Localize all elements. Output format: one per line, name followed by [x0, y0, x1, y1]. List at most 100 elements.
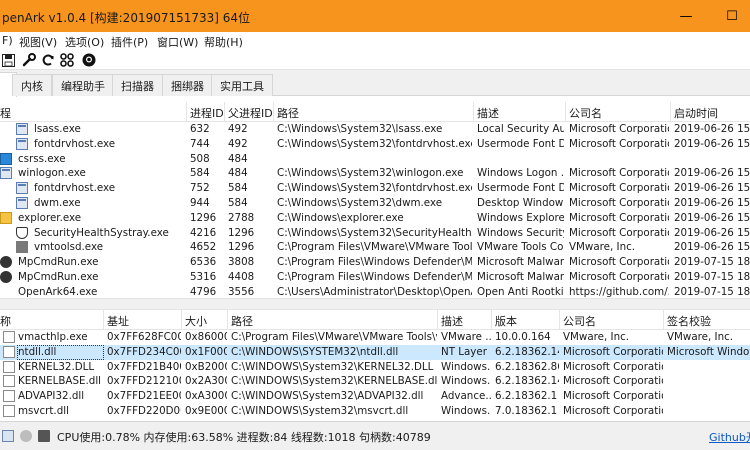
table-row[interactable]: dwm.exe 944 584 C:\Windows\System32\dwm.exe… — [0, 196, 750, 211]
cell-ppid: 3556 — [228, 285, 255, 298]
table-row[interactable]: KERNEL32.DLL 0x7FFD21B40000 0xB2000 C:\WIND… — [0, 360, 750, 375]
cell-path: C:\WINDOWS\System32\KERNELBASE.dll — [231, 375, 437, 388]
github-link[interactable]: Github开源 — [709, 429, 750, 445]
col-module-company[interactable]: 公司名 — [563, 313, 596, 329]
menu-file[interactable]: F) — [2, 34, 13, 47]
cell-company: VMware, Inc. — [569, 241, 636, 254]
cell-ppid: 492 — [228, 137, 248, 150]
tab-utilities[interactable]: 实用工具 — [211, 74, 273, 96]
table-row[interactable]: MpCmdRun.exe 5316 4408 C:\Program Files\Win… — [0, 270, 750, 285]
cell-company: Microsoft Corporation — [563, 345, 663, 358]
vm-icon — [16, 241, 28, 254]
cell-company: Microsoft Corporation — [569, 137, 669, 150]
tab-scanner[interactable]: 扫描器 — [112, 74, 163, 96]
defender-icon — [0, 270, 12, 283]
menu-plugins[interactable]: 插件(P) — [111, 34, 148, 50]
save-icon — [1, 53, 15, 67]
cell-start: 2019-06-26 15:3... — [674, 137, 750, 150]
tab-coder[interactable]: 编程助手 — [52, 74, 114, 96]
cell-company: Microsoft Corporation — [563, 404, 663, 417]
tab-label: 扫描器 — [121, 79, 154, 93]
cell-base: 0x7FFD21210000 — [107, 375, 181, 388]
cell-path: C:\Windows\System32\SecurityHealthSystr.… — [277, 226, 472, 239]
cell-path: C:\Windows\System32\winlogon.exe — [277, 167, 464, 180]
cell-desc: Open Anti Rootkit... — [477, 285, 564, 298]
table-row[interactable]: explorer.exe 1296 2788 C:\Windows\explorer.… — [0, 211, 750, 226]
wrench-button[interactable] — [21, 52, 37, 68]
table-row[interactable]: ntdll.dll0x7FFD234C0000 0x1F0000 C:\WINDOW… — [0, 344, 750, 360]
col-base[interactable]: 基址 — [107, 313, 129, 329]
col-version[interactable]: 版本 — [495, 313, 517, 329]
modules-button[interactable] — [59, 52, 75, 68]
col-module-desc[interactable]: 描述 — [441, 313, 463, 329]
trash-icon[interactable] — [38, 430, 50, 442]
cell-size: 0x1F0000 — [185, 345, 227, 358]
menu-view[interactable]: 视图(V) — [19, 34, 57, 50]
monitor-icon[interactable] — [2, 430, 14, 442]
cell-path: C:\Windows\explorer.exe — [277, 211, 404, 224]
col-path[interactable]: 路径 — [277, 105, 299, 121]
save-button[interactable] — [0, 52, 16, 68]
cell-version: 6.2.18362.145 — [495, 375, 559, 388]
cell-desc: Usermode Font Dr... — [477, 137, 564, 150]
table-row[interactable]: fontdrvhost.exe 752 584 C:\Windows\System32… — [0, 181, 750, 196]
cell-path: C:\Program Files\VMware\VMware Tools\v..… — [277, 241, 472, 254]
process-name: vmtoolsd.exe — [34, 241, 104, 254]
process-name: SecurityHealthSystray.exe — [34, 226, 169, 239]
cell-desc: Microsoft Malwar... — [477, 256, 564, 269]
module-table[interactable]: 称 基址 大小 路径 描述 版本 公司名 签名校验 vmacthlp.exe 0x… — [0, 310, 750, 421]
col-process[interactable]: 程 — [0, 105, 11, 121]
cell-start: 2019-06-26 15:3... — [674, 211, 750, 224]
settings-icon[interactable] — [20, 430, 32, 442]
menu-options[interactable]: 选项(O) — [65, 34, 104, 50]
col-module-name[interactable]: 称 — [0, 313, 11, 329]
table-row[interactable]: lsass.exe 632 492 C:\Windows\System32\lsass… — [0, 122, 750, 137]
col-start-time[interactable]: 启动时间 — [674, 105, 718, 121]
table-row[interactable]: csrss.exe 508 484 — [0, 152, 750, 167]
cell-desc: Desktop Window ... — [477, 196, 564, 209]
table-row[interactable]: vmacthlp.exe 0x7FF628FC0000 0x86000 C:\Prog… — [0, 330, 750, 345]
col-size[interactable]: 大小 — [185, 313, 207, 329]
cell-desc: Windows... — [441, 375, 491, 388]
cell-desc: Advance... — [441, 390, 491, 403]
table-row[interactable]: fontdrvhost.exe 744 492 C:\Windows\System32… — [0, 137, 750, 152]
table-row[interactable]: MpCmdRun.exe 6536 3808 C:\Program Files\Win… — [0, 255, 750, 270]
table-row[interactable]: winlogon.exe 584 484 C:\Windows\System32\wi… — [0, 166, 750, 181]
cell-company: Microsoft Corporation — [569, 182, 669, 195]
cell-start: 2019-06-26 15:3... — [674, 167, 750, 180]
process-table[interactable]: 程 进程ID 父进程ID 路径 描述 公司名 启动时间 lsass.exe 632… — [0, 102, 750, 298]
col-description[interactable]: 描述 — [477, 105, 499, 121]
cell-ppid: 492 — [228, 123, 248, 135]
tab-label: 编程助手 — [61, 79, 105, 93]
wrench-icon — [22, 53, 36, 67]
col-pid[interactable]: 进程ID — [190, 105, 224, 121]
tab-kernel[interactable]: 内核 — [12, 74, 52, 96]
cell-path: C:\Windows\System32\dwm.exe — [277, 196, 443, 209]
pane-splitter[interactable] — [0, 298, 750, 310]
table-row[interactable]: ADVAPI32.dll 0x7FFD21EE0000 0xA3000 C:\WIND… — [0, 389, 750, 404]
toolbar — [0, 50, 750, 70]
table-row[interactable]: OpenArk64.exe 4796 3556 C:\Users\Administra… — [0, 285, 750, 298]
github-button[interactable] — [81, 52, 97, 68]
tab-bundler[interactable]: 捆绑器 — [162, 74, 213, 96]
col-company[interactable]: 公司名 — [569, 105, 602, 121]
refresh-button[interactable] — [40, 52, 56, 68]
table-row[interactable]: SecurityHealthSystray.exe 4216 1296 C:\Wind… — [0, 226, 750, 241]
minimize-button[interactable]: — — [663, 0, 709, 32]
cell-start: 2019-07-15 18:3... — [674, 270, 750, 283]
cell-ppid: 1296 — [228, 226, 255, 239]
cell-company: Microsoft Corporation — [569, 256, 669, 269]
col-module-path[interactable]: 路径 — [231, 313, 253, 329]
maximize-button[interactable]: ☐ — [709, 0, 750, 32]
cell-pid: 6536 — [190, 256, 217, 269]
cell-desc: Usermode Font Dr... — [477, 182, 564, 195]
process-name: fontdrvhost.exe — [34, 137, 116, 150]
cell-pid: 632 — [190, 123, 210, 135]
table-row[interactable]: msvcrt.dll 0x7FFD220D0000 0x9E000 C:\WINDOW… — [0, 404, 750, 419]
table-row[interactable]: vmtoolsd.exe 4652 1296 C:\Program Files\VMw… — [0, 240, 750, 255]
menu-help[interactable]: 帮助(H) — [204, 34, 243, 50]
menu-window[interactable]: 窗口(W) — [157, 34, 198, 50]
table-row[interactable]: KERNELBASE.dll 0x7FFD21210000 0x2A3000 C:\W… — [0, 374, 750, 389]
col-signature[interactable]: 签名校验 — [667, 313, 711, 329]
col-ppid[interactable]: 父进程ID — [228, 105, 273, 121]
